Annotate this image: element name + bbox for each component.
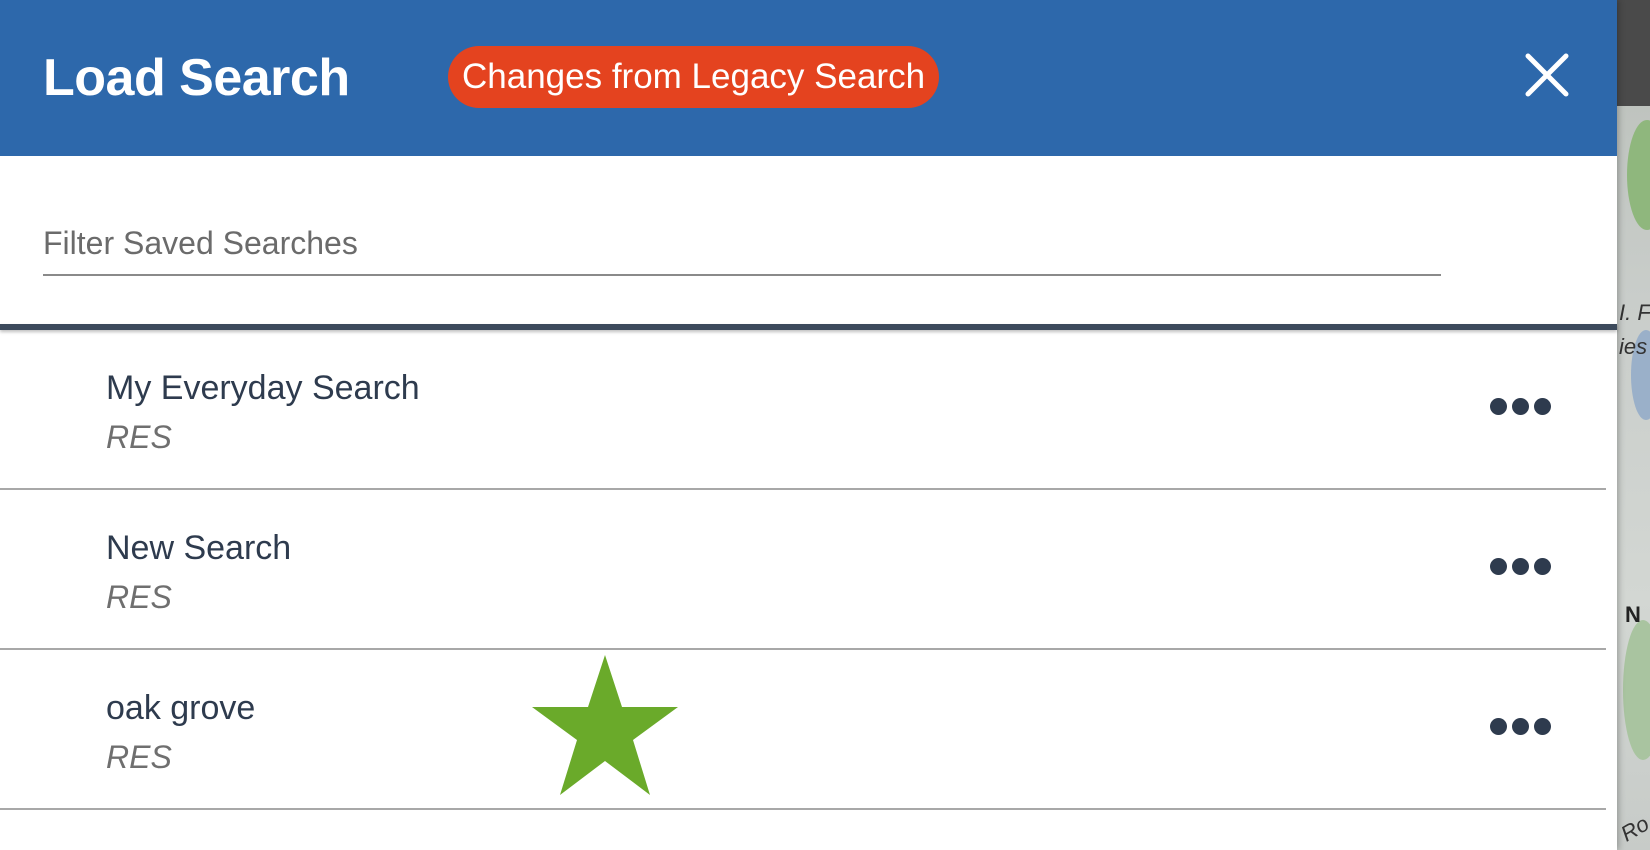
- more-horizontal-icon-dot: [1512, 718, 1529, 735]
- saved-search-item[interactable]: New Search RES: [0, 490, 1606, 650]
- map-label-3: N: [1625, 602, 1641, 627]
- page: I. F ies N Ro Load Search Changes from L…: [0, 0, 1650, 850]
- load-search-dialog: Load Search Changes from Legacy Search M…: [0, 0, 1617, 850]
- more-horizontal-icon-dot: [1534, 558, 1551, 575]
- more-horizontal-icon-dot: [1534, 398, 1551, 415]
- map-label-1: I. F: [1619, 300, 1650, 325]
- dialog-title: Load Search: [43, 49, 350, 107]
- map-park-area: [1627, 120, 1650, 230]
- filter-section: [0, 156, 1617, 326]
- saved-search-type: RES: [106, 419, 172, 455]
- saved-search-name: My Everyday Search: [106, 369, 420, 407]
- map-label-2: ies: [1619, 334, 1648, 359]
- more-horizontal-icon-dot: [1512, 558, 1529, 575]
- more-horizontal-icon-dot: [1512, 398, 1529, 415]
- legacy-changes-button[interactable]: Changes from Legacy Search: [448, 46, 940, 108]
- more-options-button[interactable]: [1490, 550, 1552, 582]
- more-options-button[interactable]: [1490, 710, 1552, 742]
- map-label-4: Ro: [1617, 810, 1650, 847]
- saved-search-item[interactable]: oak grove RES: [0, 650, 1606, 810]
- close-button[interactable]: [1522, 50, 1572, 100]
- more-horizontal-icon-dot: [1534, 718, 1551, 735]
- more-horizontal-icon: [1490, 398, 1507, 415]
- saved-search-type: RES: [106, 579, 172, 615]
- more-horizontal-icon: [1490, 718, 1507, 735]
- more-options-button[interactable]: [1490, 390, 1552, 422]
- close-icon: [1525, 53, 1569, 97]
- saved-search-name: oak grove: [106, 689, 256, 727]
- background-map[interactable]: I. F ies N Ro: [1617, 0, 1650, 850]
- dialog-header: Load Search Changes from Legacy Search: [0, 0, 1617, 156]
- saved-search-list: My Everyday Search RES New Search RES oa…: [0, 330, 1606, 810]
- map-park-area-2: [1623, 620, 1650, 760]
- saved-search-name: New Search: [106, 529, 292, 567]
- star-icon: [532, 655, 678, 795]
- saved-search-item[interactable]: My Everyday Search RES: [0, 330, 1606, 490]
- saved-search-type: RES: [106, 739, 172, 775]
- more-horizontal-icon: [1490, 558, 1507, 575]
- filter-saved-searches-input[interactable]: [43, 212, 1441, 276]
